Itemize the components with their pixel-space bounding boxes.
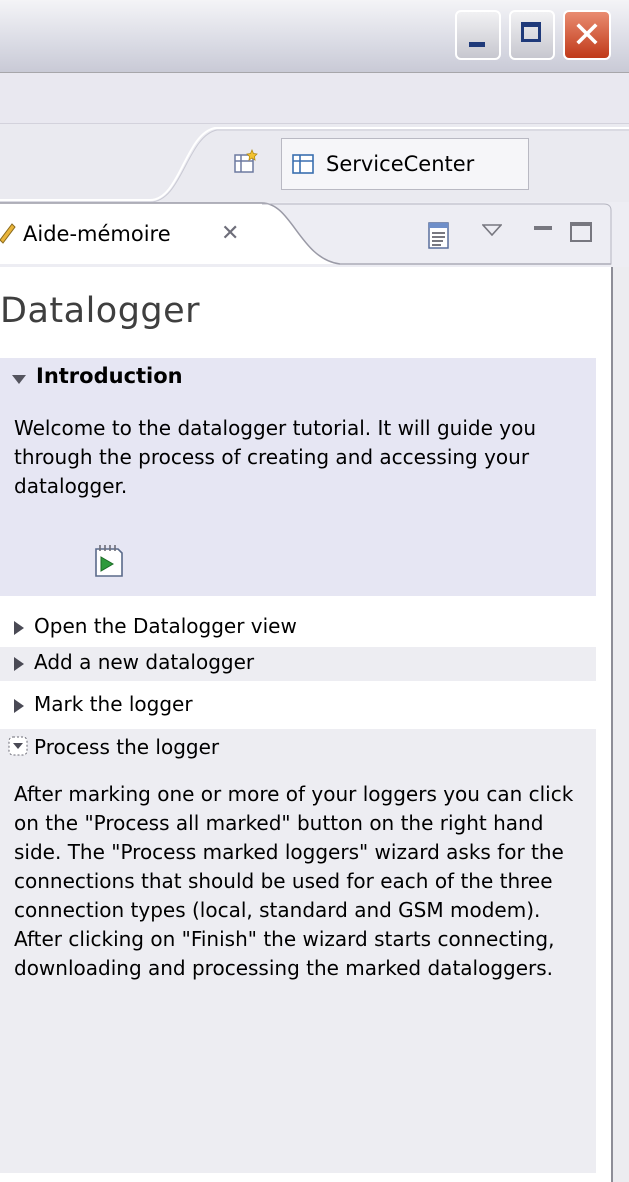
expand-triangle-icon: [14, 657, 24, 671]
expand-triangle-icon: [14, 621, 24, 635]
view-maximize-icon[interactable]: [570, 222, 592, 242]
step-item[interactable]: Mark the logger: [0, 689, 596, 723]
perspective-grid-icon: [292, 154, 314, 174]
view-menu-icon[interactable]: [482, 224, 502, 236]
collapse-triangle-icon[interactable]: [12, 375, 26, 385]
step-label: Mark the logger: [34, 692, 193, 716]
collapse-toggle-icon[interactable]: [8, 736, 28, 756]
minimize-button[interactable]: [455, 10, 501, 60]
menu-bar: [0, 73, 629, 124]
panel-gutter: [613, 267, 629, 1182]
close-button[interactable]: ✕: [563, 10, 611, 60]
start-cheatsheet-icon[interactable]: [92, 543, 126, 579]
perspective-label: ServiceCenter: [326, 152, 475, 176]
close-icon: ✕: [571, 15, 603, 56]
expanded-step-text: After marking one or more of your logger…: [14, 782, 574, 980]
expand-triangle-icon: [14, 699, 24, 713]
intro-text: Welcome to the datalogger tutorial. It w…: [14, 416, 536, 498]
maximize-button[interactable]: [509, 10, 555, 60]
step-label: Add a new datalogger: [34, 650, 255, 674]
expanded-step-title[interactable]: Process the logger: [34, 735, 219, 759]
cheatsheet-pencil-icon: [0, 223, 16, 244]
view-tab-label[interactable]: Aide-mémoire: [23, 222, 171, 246]
view-minimize-icon[interactable]: [534, 226, 552, 230]
perspective-button-servicecenter[interactable]: ServiceCenter: [281, 138, 529, 190]
intro-title[interactable]: Introduction: [36, 364, 183, 388]
open-perspective-icon[interactable]: [233, 149, 259, 175]
step-item[interactable]: Open the Datalogger view: [0, 611, 596, 645]
cheatsheet-title: Datalogger: [0, 291, 201, 331]
step-label: Open the Datalogger view: [34, 614, 297, 638]
document-icon[interactable]: [428, 220, 450, 250]
step-item[interactable]: Add a new datalogger: [0, 647, 596, 681]
tab-close-icon[interactable]: ✕: [221, 222, 239, 246]
